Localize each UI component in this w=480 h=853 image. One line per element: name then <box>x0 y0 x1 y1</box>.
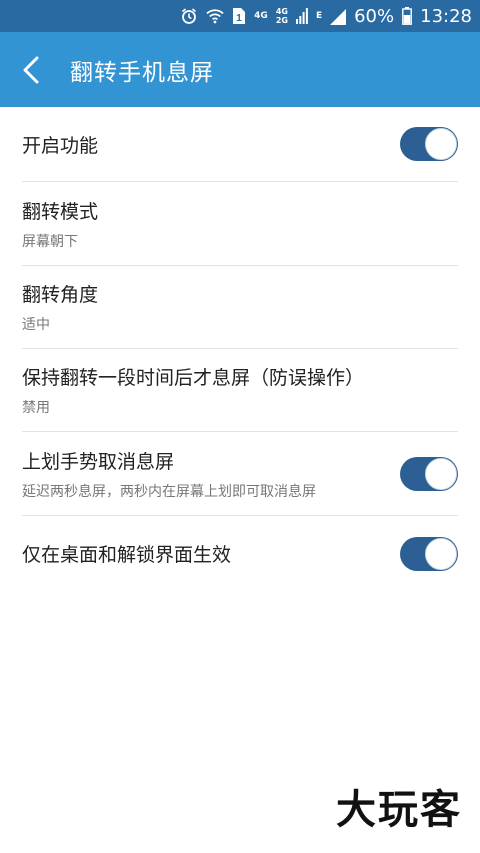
setting-subtitle: 延迟两秒息屏，两秒内在屏幕上划即可取消息屏 <box>22 483 316 500</box>
setting-title: 开启功能 <box>22 134 99 157</box>
wifi-icon <box>206 8 224 24</box>
desktop-lockscreen-toggle[interactable] <box>400 536 458 571</box>
signal-icon <box>330 7 347 25</box>
setting-hold-delay[interactable]: 保持翻转一段时间后才息屏（防误操作） 禁用 <box>22 349 458 432</box>
battery-percent: 60% <box>354 5 395 27</box>
sim1-icon: 1 <box>232 7 246 25</box>
toggle-knob <box>425 128 457 160</box>
clock: 13:28 <box>420 5 472 27</box>
network-4g-2g-stack: 4G 2G <box>276 7 288 25</box>
setting-subtitle: 屏幕朝下 <box>22 233 78 250</box>
setting-flip-angle[interactable]: 翻转角度 适中 <box>22 266 458 349</box>
setting-subtitle: 禁用 <box>22 400 50 416</box>
setting-title: 翻转角度 <box>22 284 99 306</box>
status-bar: 1 4G 4G 2G E 60% 13:28 <box>0 0 480 32</box>
setting-title: 仅在桌面和解锁界面生效 <box>22 544 232 566</box>
app-bar: 翻转手机息屏 <box>0 32 480 107</box>
watermark-logo: 大玩客 <box>336 786 462 833</box>
setting-swipe-cancel[interactable]: 上划手势取消息屏 延迟两秒息屏，两秒内在屏幕上划即可取消息屏 <box>22 432 458 516</box>
setting-enable-feature[interactable]: 开启功能 <box>22 107 458 182</box>
network-4g-label: 4G <box>254 10 268 21</box>
network-stack-bottom: 2G <box>275 16 288 25</box>
svg-text:1: 1 <box>236 13 242 24</box>
setting-subtitle: 适中 <box>22 317 50 333</box>
enable-feature-toggle[interactable] <box>400 127 458 161</box>
signal-icon <box>295 8 308 24</box>
page-title: 翻转手机息屏 <box>70 59 214 86</box>
battery-icon <box>402 7 413 25</box>
network-stack-top: 4G <box>275 7 288 16</box>
settings-list: 开启功能 翻转模式 屏幕朝下 翻转角度 适中 保持翻转一段时间后才息屏（防误操作… <box>0 107 480 591</box>
back-button[interactable] <box>0 32 62 107</box>
setting-title: 翻转模式 <box>22 200 99 223</box>
alarm-icon <box>180 7 198 25</box>
setting-desktop-lockscreen-only[interactable]: 仅在桌面和解锁界面生效 <box>22 516 458 591</box>
toggle-knob <box>425 457 457 490</box>
setting-flip-mode[interactable]: 翻转模式 屏幕朝下 <box>22 182 458 266</box>
setting-title: 保持翻转一段时间后才息屏（防误操作） <box>22 367 365 389</box>
network-e-label: E <box>315 10 323 21</box>
setting-title: 上划手势取消息屏 <box>22 450 175 473</box>
toggle-knob <box>425 537 457 570</box>
swipe-cancel-toggle[interactable] <box>400 456 458 491</box>
chevron-left-icon <box>23 56 39 83</box>
